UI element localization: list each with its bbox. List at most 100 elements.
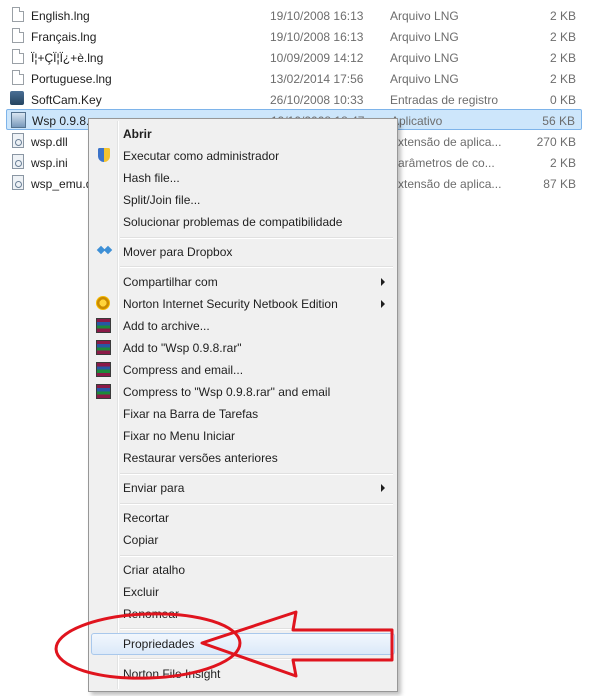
menu-item-add-rar[interactable]: Add to "Wsp 0.9.8.rar" xyxy=(91,337,395,359)
file-date: 10/09/2009 14:12 xyxy=(270,51,364,65)
document-icon xyxy=(12,7,24,22)
winrar-icon xyxy=(96,384,111,399)
file-type: Arquivo LNG xyxy=(390,30,459,44)
file-name: Ï¦+ÇÏ¦Ï¿+è.lng xyxy=(31,51,104,65)
menu-item-copiar[interactable]: Copiar xyxy=(91,529,395,551)
menu-item-compress-rar-email[interactable]: Compress to "Wsp 0.9.8.rar" and email xyxy=(91,381,395,403)
menu-item-fixar-menu[interactable]: Fixar no Menu Iniciar xyxy=(91,425,395,447)
menu-item-label: Compress and email... xyxy=(123,363,244,377)
menu-item-label: Criar atalho xyxy=(123,563,186,577)
menu-item-label: Fixar na Barra de Tarefas xyxy=(123,407,259,421)
file-name: Français.lng xyxy=(31,30,97,44)
menu-item-label: Compress to "Wsp 0.9.8.rar" and email xyxy=(123,385,331,399)
menu-separator xyxy=(120,658,393,660)
menu-item-recortar[interactable]: Recortar xyxy=(91,507,395,529)
file-type: Extensão de aplica... xyxy=(390,135,502,149)
menu-item-executar-admin[interactable]: Executar como administrador xyxy=(91,145,395,167)
norton-icon xyxy=(96,296,110,310)
file-size: 2 KB xyxy=(549,156,576,170)
uac-shield-icon xyxy=(98,148,110,162)
file-date: 26/10/2008 10:33 xyxy=(270,93,364,107)
file-type: Entradas de registro xyxy=(390,93,499,107)
menu-item-label: Hash file... xyxy=(123,171,180,185)
dropbox-icon xyxy=(96,244,112,260)
winrar-icon xyxy=(96,362,111,377)
dll-icon xyxy=(12,175,24,190)
file-type: Arquivo LNG xyxy=(390,9,459,23)
menu-item-label: Abrir xyxy=(123,127,152,141)
document-icon xyxy=(12,70,24,85)
file-row-softcam[interactable]: SoftCam.Key 26/10/2008 10:33 Entradas de… xyxy=(6,89,582,110)
file-size: 270 KB xyxy=(536,135,576,149)
menu-item-mover-dropbox[interactable]: Mover para Dropbox xyxy=(91,241,395,263)
menu-item-norton-netbook[interactable]: Norton Internet Security Netbook Edition xyxy=(91,293,395,315)
menu-item-restaurar[interactable]: Restaurar versões anteriores xyxy=(91,447,395,469)
menu-item-label: Executar como administrador xyxy=(123,149,280,163)
menu-item-compartilhar[interactable]: Compartilhar com xyxy=(91,271,395,293)
menu-separator xyxy=(120,266,393,268)
document-icon xyxy=(12,49,24,64)
menu-item-label: Recortar xyxy=(123,511,170,525)
menu-item-propriedades[interactable]: Propriedades xyxy=(91,633,395,655)
menu-item-label: Add to archive... xyxy=(123,319,210,333)
winrar-icon xyxy=(96,340,111,355)
file-type: Parâmetros de co... xyxy=(390,156,495,170)
menu-item-compress-email[interactable]: Compress and email... xyxy=(91,359,395,381)
menu-item-label: Excluir xyxy=(123,585,160,599)
winrar-icon xyxy=(96,318,111,333)
menu-item-renomear[interactable]: Renomear xyxy=(91,603,395,625)
menu-item-label: Mover para Dropbox xyxy=(123,245,233,259)
menu-item-label: Restaurar versões anteriores xyxy=(123,451,278,465)
menu-separator xyxy=(120,473,393,475)
file-row-portuguese[interactable]: Portuguese.lng 13/02/2014 17:56 Arquivo … xyxy=(6,68,582,89)
menu-item-norton-insight[interactable]: Norton File Insight xyxy=(91,663,395,685)
file-row-garbled-lng[interactable]: Ï¦+ÇÏ¦Ï¿+è.lng 10/09/2009 14:12 Arquivo … xyxy=(6,47,582,68)
dll-icon xyxy=(12,133,24,148)
file-size: 0 KB xyxy=(549,93,576,107)
menu-item-label: Enviar para xyxy=(123,481,185,495)
file-size: 87 KB xyxy=(543,177,576,191)
menu-item-solucionar[interactable]: Solucionar problemas de compatibilidade xyxy=(91,211,395,233)
file-date: 13/02/2014 17:56 xyxy=(270,72,364,86)
file-name: wsp.dll xyxy=(31,135,68,149)
menu-item-label: Copiar xyxy=(123,533,159,547)
file-size: 2 KB xyxy=(549,72,576,86)
menu-item-label: Renomear xyxy=(123,607,180,621)
file-name: SoftCam.Key xyxy=(31,93,102,107)
file-type: Arquivo LNG xyxy=(390,51,459,65)
file-size: 2 KB xyxy=(549,51,576,65)
menu-item-fixar-barra[interactable]: Fixar na Barra de Tarefas xyxy=(91,403,395,425)
file-date: 19/10/2008 16:13 xyxy=(270,30,364,44)
file-type: Aplicativo xyxy=(391,114,443,128)
application-icon xyxy=(11,112,26,128)
file-type: Arquivo LNG xyxy=(390,72,459,86)
ini-icon xyxy=(12,154,24,169)
menu-separator xyxy=(120,555,393,557)
menu-item-criar-atalho[interactable]: Criar atalho xyxy=(91,559,395,581)
submenu-arrow-icon xyxy=(381,300,385,308)
menu-item-label: Split/Join file... xyxy=(123,193,201,207)
file-name: English.lng xyxy=(31,9,90,23)
menu-separator xyxy=(120,503,393,505)
submenu-arrow-icon xyxy=(381,278,385,286)
menu-item-excluir[interactable]: Excluir xyxy=(91,581,395,603)
menu-item-enviar-para[interactable]: Enviar para xyxy=(91,477,395,499)
menu-item-hash-file[interactable]: Hash file... xyxy=(91,167,395,189)
menu-item-add-archive[interactable]: Add to archive... xyxy=(91,315,395,337)
menu-separator xyxy=(120,628,393,630)
registry-key-icon xyxy=(10,91,24,105)
menu-item-label: Add to "Wsp 0.9.8.rar" xyxy=(123,341,242,355)
file-date: 19/10/2008 16:13 xyxy=(270,9,364,23)
file-type: Extensão de aplica... xyxy=(390,177,502,191)
file-size: 56 KB xyxy=(542,114,575,128)
file-name: wsp_emu.d xyxy=(31,177,93,191)
menu-item-abrir[interactable]: Abrir xyxy=(91,123,395,145)
file-name: Portuguese.lng xyxy=(31,72,112,86)
menu-item-label: Norton File Insight xyxy=(123,667,221,681)
menu-item-split-join[interactable]: Split/Join file... xyxy=(91,189,395,211)
menu-item-label: Fixar no Menu Iniciar xyxy=(123,429,236,443)
file-size: 2 KB xyxy=(549,30,576,44)
file-row-francais[interactable]: Français.lng 19/10/2008 16:13 Arquivo LN… xyxy=(6,26,582,47)
file-row-english[interactable]: English.lng 19/10/2008 16:13 Arquivo LNG… xyxy=(6,5,582,26)
menu-item-label: Norton Internet Security Netbook Edition xyxy=(123,297,338,311)
